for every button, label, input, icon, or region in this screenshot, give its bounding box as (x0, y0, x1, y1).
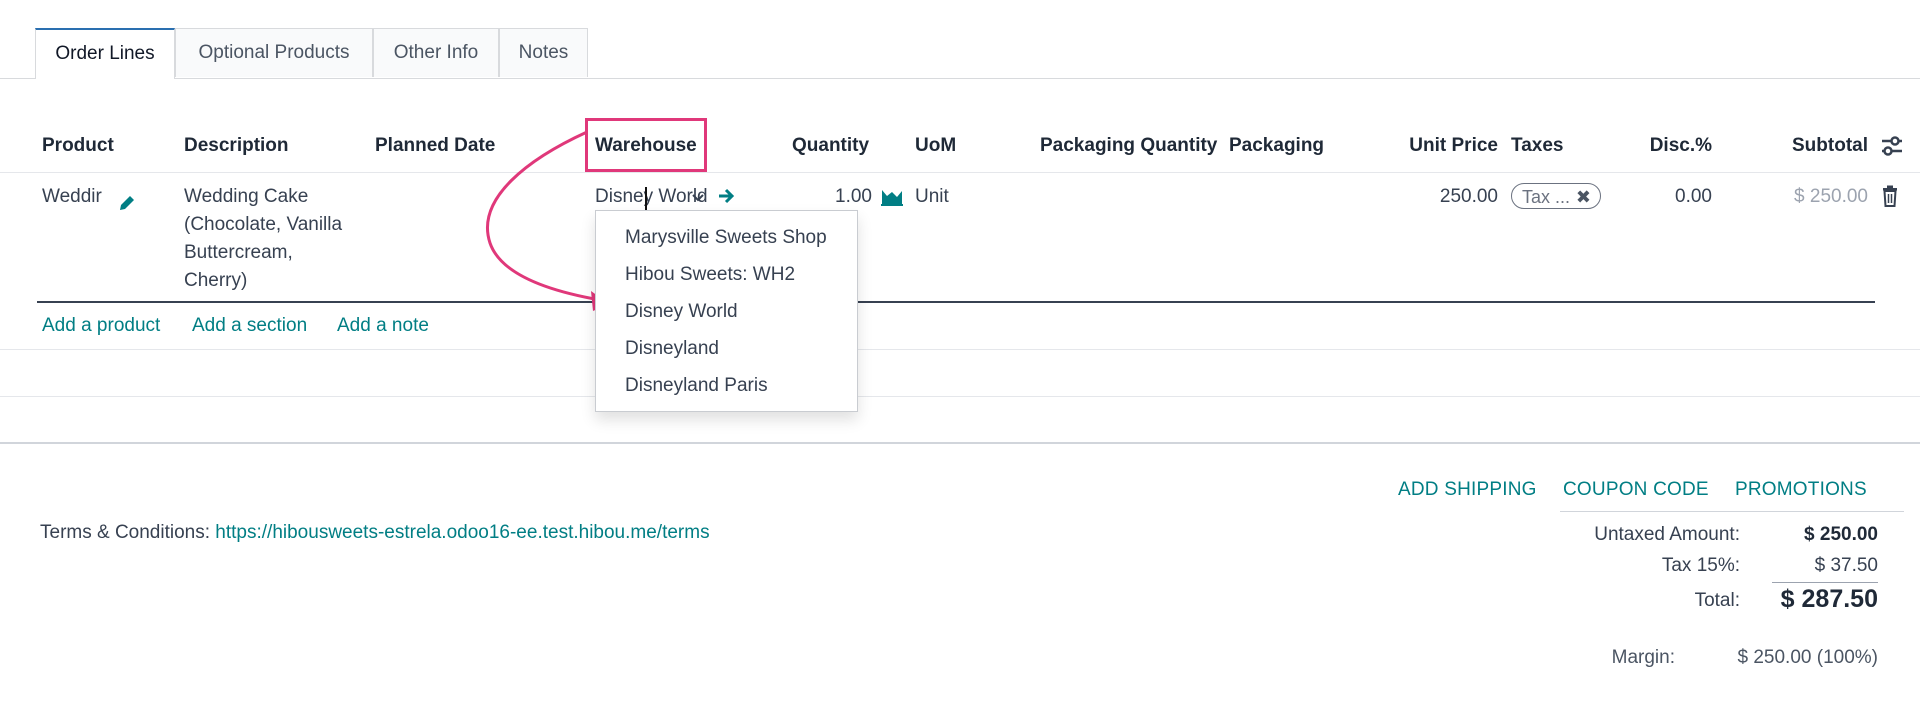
tab-label: Other Info (393, 42, 479, 63)
add-section-link[interactable]: Add a section (192, 315, 307, 337)
tax-tag: Tax ... ✖ (1511, 183, 1601, 209)
dropdown-caret-icon[interactable] (690, 187, 706, 207)
text-cursor (645, 187, 647, 211)
col-uom[interactable]: UoM (915, 136, 956, 156)
pencil-icon[interactable] (117, 193, 137, 213)
tax-label: Tax 15%: (1661, 555, 1740, 576)
terms-conditions: Terms & Conditions: https://hibousweets-… (40, 522, 710, 544)
totals-divider (1560, 511, 1904, 512)
col-description[interactable]: Description (184, 136, 289, 156)
internal-link-arrow-icon[interactable] (717, 186, 737, 206)
line-quantity[interactable]: 1.00 (780, 183, 872, 211)
column-settings-icon[interactable] (1880, 134, 1904, 158)
tab-other-info[interactable]: Other Info (373, 28, 499, 77)
margin-value: $ 250.00 (100%) (1737, 647, 1879, 668)
add-note-link[interactable]: Add a note (337, 315, 429, 337)
col-packaging[interactable]: Packaging (1229, 136, 1324, 156)
promotions-button[interactable]: PROMOTIONS (1735, 479, 1867, 501)
tax-value: $ 37.50 (1814, 555, 1878, 576)
tab-optional-products[interactable]: Optional Products (175, 28, 373, 77)
col-taxes[interactable]: Taxes (1511, 136, 1563, 156)
row-divider (0, 349, 1920, 350)
tab-order-lines[interactable]: Order Lines (35, 28, 175, 79)
description-line: Cherry) (184, 270, 248, 291)
notebook-tabs: Order Lines Optional Products Other Info… (0, 28, 1920, 79)
total-value: $ 287.50 (1780, 585, 1878, 613)
trash-icon[interactable] (1881, 185, 1899, 207)
tab-label: Optional Products (198, 42, 350, 63)
warehouse-dropdown: Marysville Sweets Shop Hibou Sweets: WH2… (595, 210, 858, 412)
terms-link[interactable]: https://hibousweets-estrela.odoo16-ee.te… (215, 522, 709, 543)
warehouse-option[interactable]: Disneyland (625, 331, 719, 367)
untaxed-amount-label: Untaxed Amount: (1594, 524, 1740, 545)
line-description[interactable]: Wedding Cake (Chocolate, Vanilla Butterc… (184, 183, 342, 295)
line-product[interactable]: Weddir (42, 183, 102, 211)
line-uom[interactable]: Unit (915, 183, 949, 211)
total-label: Total: (1694, 590, 1740, 611)
description-line: (Chocolate, Vanilla (184, 214, 343, 235)
forecast-chart-icon[interactable] (881, 186, 903, 206)
margin-label: Margin: (1611, 647, 1675, 668)
tab-label: Notes (518, 42, 569, 63)
terms-label: Terms & Conditions: (40, 522, 211, 543)
add-shipping-button[interactable]: ADD SHIPPING (1398, 479, 1537, 501)
line-unit-price[interactable]: 250.00 (1380, 183, 1498, 211)
description-line: Wedding Cake (184, 186, 309, 207)
row-divider (0, 396, 1920, 397)
warehouse-option[interactable]: Marysville Sweets Shop (625, 220, 827, 256)
col-discount[interactable]: Disc.% (1610, 136, 1712, 156)
line-subtotal: $ 250.00 (1794, 186, 1868, 207)
col-subtotal[interactable]: Subtotal (1760, 136, 1868, 156)
warehouse-option[interactable]: Disneyland Paris (625, 368, 768, 404)
untaxed-amount-value: $ 250.00 (1804, 524, 1878, 545)
row-bottom-border (37, 301, 1875, 303)
section-divider (0, 442, 1920, 444)
warehouse-option[interactable]: Disney World (625, 294, 738, 330)
col-quantity[interactable]: Quantity (792, 136, 869, 156)
total-divider (1772, 582, 1878, 583)
tab-label: Order Lines (55, 43, 155, 64)
description-line: Buttercream, (184, 242, 293, 263)
tax-tag-label: Tax ... (1522, 187, 1571, 207)
warehouse-option[interactable]: Hibou Sweets: WH2 (625, 257, 795, 293)
col-unit-price[interactable]: Unit Price (1380, 136, 1498, 156)
header-divider (0, 172, 1920, 173)
line-discount[interactable]: 0.00 (1610, 183, 1712, 211)
coupon-code-button[interactable]: COUPON CODE (1563, 479, 1709, 501)
add-product-link[interactable]: Add a product (42, 315, 160, 337)
col-product[interactable]: Product (42, 136, 114, 156)
remove-tag-icon[interactable]: ✖ (1576, 184, 1591, 210)
col-packaging-quantity[interactable]: Packaging Quantity (1040, 136, 1217, 156)
tab-notes[interactable]: Notes (499, 28, 588, 77)
